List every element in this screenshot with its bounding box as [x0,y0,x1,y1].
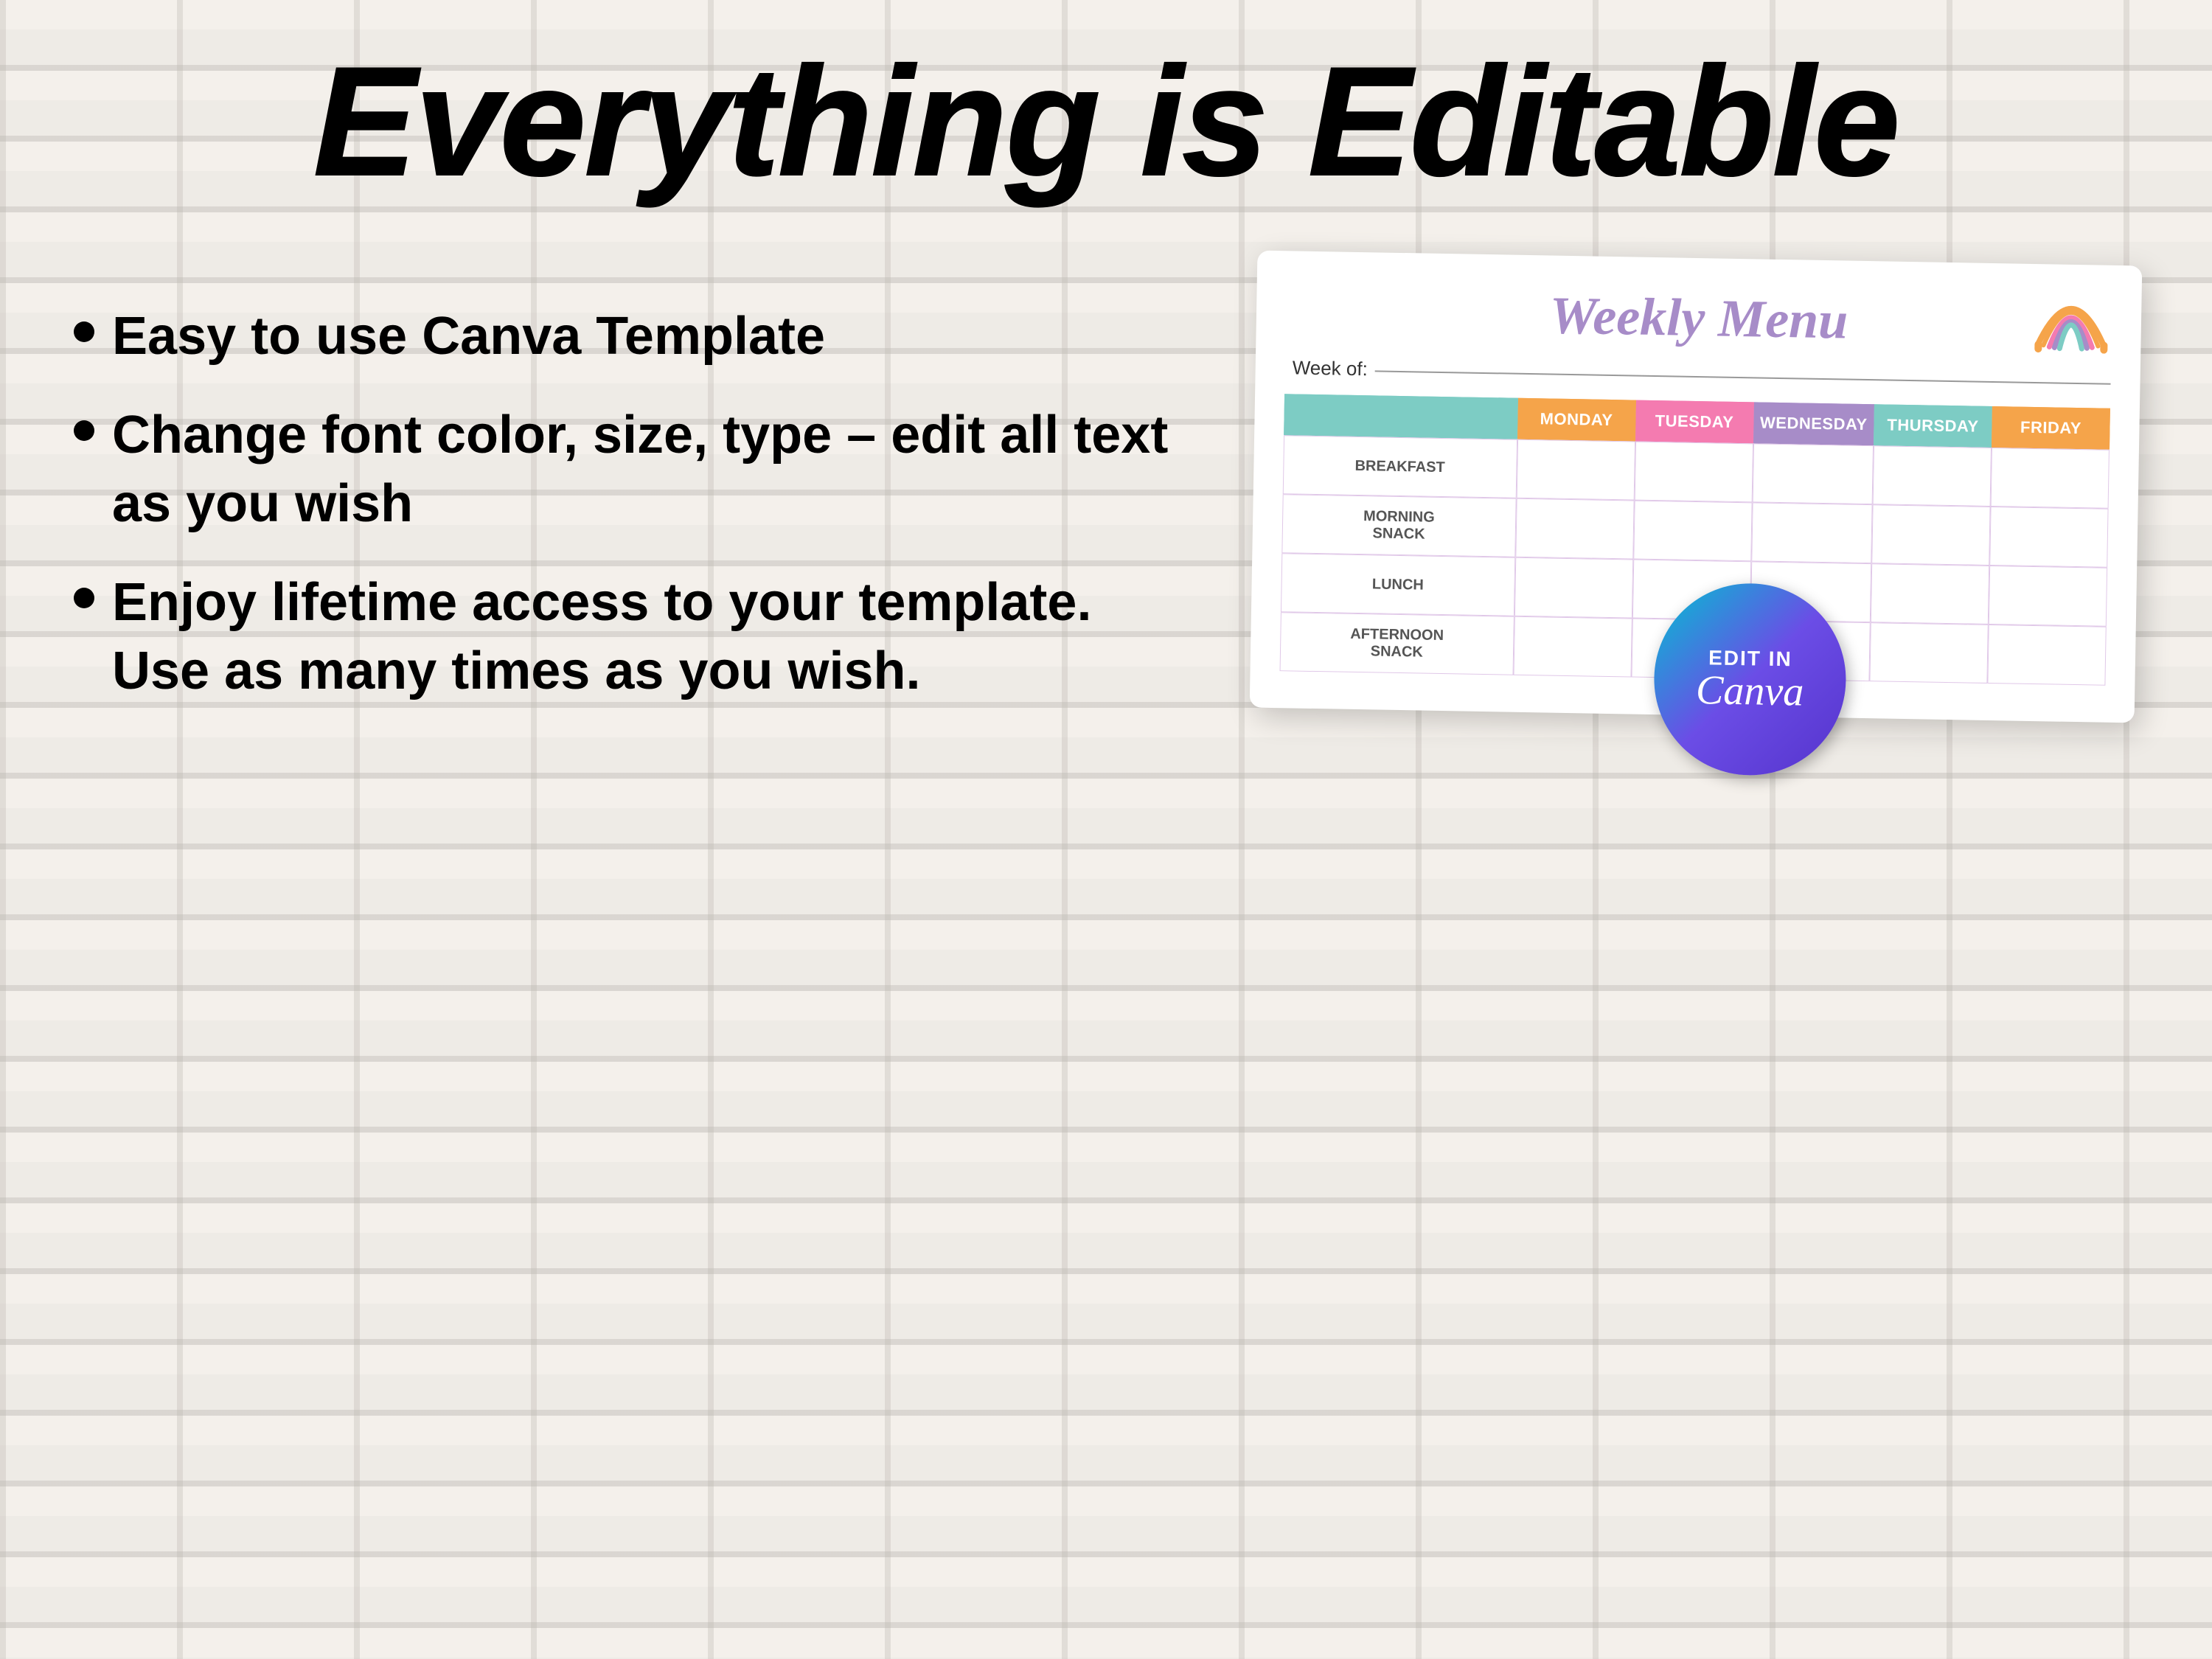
cell-breakfast-tue[interactable] [1634,442,1753,503]
title-word-editable: Editable [1308,35,1899,208]
bullet-text-3: Enjoy lifetime access to your template. … [112,568,1194,706]
cell-lunch-fri[interactable] [1989,566,2107,627]
table-header-thursday: THURSDAY [1874,404,1992,448]
canva-logo-text: Canva [1696,669,1804,713]
cell-lunch-thu[interactable] [1871,563,1989,625]
bullet-dot-3 [74,588,94,608]
cell-msnack-tue[interactable] [1633,501,1752,562]
title-word-is: is [1141,35,1267,208]
week-of-label: Week of: [1292,356,1368,380]
menu-card: Weekly Menu Week of: [1250,251,2143,723]
row-label-morning-snack: MORNINGSNACK [1281,494,1516,557]
cell-breakfast-wed[interactable] [1752,443,1874,504]
cell-breakfast-mon[interactable] [1516,439,1635,501]
bullet-item-1: Easy to use Canva Template [74,288,1194,386]
week-of-line: Week of: [1284,356,2110,394]
bullet-item-2: Change font color, size, type – edit all… [74,386,1194,554]
row-label-lunch: LUNCH [1281,553,1515,616]
cell-msnack-mon[interactable] [1515,498,1634,560]
main-title: Everything is Editable [313,44,1899,199]
cell-asnack-fri[interactable] [1987,625,2106,686]
table-header-wednesday: WEDNESDAY [1753,402,1874,445]
cell-msnack-fri[interactable] [1989,507,2108,568]
title-word-everything: Everything [313,35,1099,208]
cell-msnack-wed[interactable] [1751,502,1873,563]
cell-asnack-thu[interactable] [1869,622,1988,684]
table-corner-cell [1284,394,1517,439]
bullet-text-2: Change font color, size, type – edit all… [112,401,1194,539]
left-panel: Easy to use Canva Template Change font c… [74,258,1194,721]
bullet-dot-1 [74,321,94,342]
bullet-item-3: Enjoy lifetime access to your template. … [74,554,1194,721]
row-label-breakfast: BREAKFAST [1283,435,1517,498]
bullet-dot-2 [74,420,94,441]
bullet-text-1: Easy to use Canva Template [112,302,825,372]
cell-lunch-mon[interactable] [1514,557,1632,619]
menu-card-header: Weekly Menu [1285,280,2112,356]
table-header-monday: MONDAY [1517,398,1636,442]
cell-breakfast-fri[interactable] [1991,448,2110,509]
main-layout: Easy to use Canva Template Change font c… [74,258,2138,721]
week-of-underline [1375,370,2111,384]
table-header-friday: FRIDAY [1992,406,2110,450]
cell-msnack-thu[interactable] [1871,504,1990,566]
rainbow-icon [2030,286,2112,354]
content-wrapper: Everything is Editable Easy to use Canva… [0,0,2212,1659]
right-panel: Weekly Menu Week of: [1253,258,2138,715]
bullet-list: Easy to use Canva Template Change font c… [74,288,1194,721]
cell-breakfast-thu[interactable] [1873,445,1992,507]
row-label-afternoon-snack: AFTERNOONSNACK [1280,612,1514,675]
table-header-tuesday: TUESDAY [1635,400,1754,444]
cell-asnack-mon[interactable] [1513,616,1632,678]
menu-title: Weekly Menu [1549,285,1848,352]
